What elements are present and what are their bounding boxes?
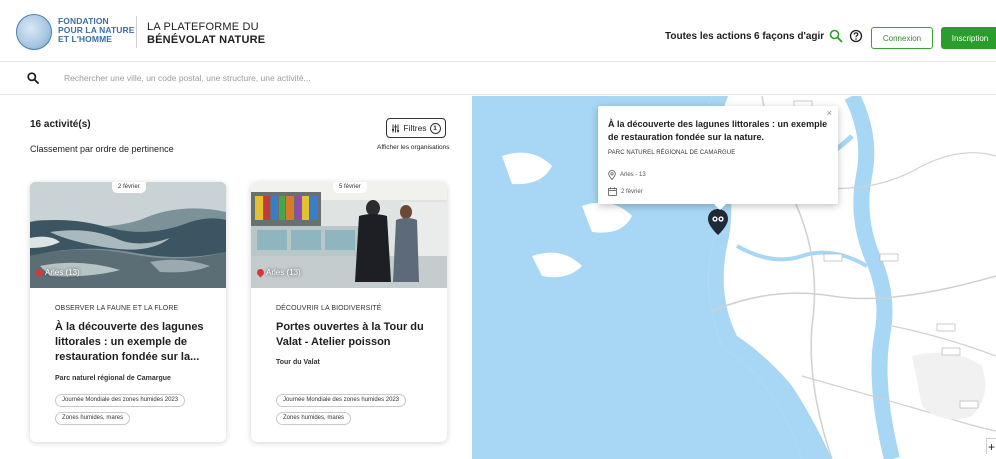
popup-organisation: PARC NATUREL RÉGIONAL DE CAMARGUE: [608, 150, 736, 156]
map-pin-icon: [34, 267, 45, 278]
results-panel: 16 activité(s) Classement par ordre de p…: [0, 96, 472, 459]
nav-ways-to-act[interactable]: 6 façons d'agir: [754, 31, 824, 42]
popup-title[interactable]: À la découverte des lagunes littorales :…: [608, 118, 830, 144]
activity-photo: 2 février Arles (13): [30, 182, 226, 288]
calendar-icon: [608, 187, 617, 196]
activity-organisation: Parc naturel régional de Camargue: [55, 375, 171, 382]
popup-location-text: Arles - 13: [620, 172, 646, 178]
login-button[interactable]: Connexion: [871, 27, 933, 49]
foundation-logo-icon[interactable]: [16, 14, 52, 50]
activity-card[interactable]: 5 février Arles (13) DÉCOUVRIR LA BIODIV…: [251, 182, 447, 442]
activity-location-text: Arles (13): [266, 268, 301, 277]
search-icon[interactable]: [829, 29, 843, 43]
activity-organisation: Tour du Valat: [276, 359, 320, 366]
filter-sliders-icon: [392, 124, 400, 132]
popup-date: 2 février: [608, 187, 643, 196]
logo-line: ET L'HOMME: [58, 34, 113, 44]
popup-pointer: [714, 204, 726, 210]
zoom-in-button[interactable]: +: [986, 438, 996, 454]
activity-card[interactable]: 2 février Arles (13) OBSERVER LA FAUNE E…: [30, 182, 226, 442]
map-pin-icon: [255, 267, 266, 278]
activity-tag: Journée Mondiale des zones humides 2023: [55, 394, 186, 407]
location-pin-icon: [608, 170, 616, 180]
activity-location: Arles (13): [34, 267, 80, 278]
activity-tag: Zones humides, mares: [55, 412, 131, 425]
activity-tag: Journée Mondiale des zones humides 2023: [276, 394, 407, 407]
map-marker-icon[interactable]: [707, 208, 729, 236]
signup-button[interactable]: Inscription: [941, 27, 996, 49]
activity-location: Arles (13): [255, 267, 301, 278]
activity-location-text: Arles (13): [45, 268, 80, 277]
search-icon[interactable]: [27, 72, 39, 84]
results-count: 16 activité(s): [30, 119, 91, 130]
activity-date-badge: 5 février: [333, 182, 367, 193]
activity-photo: 5 février Arles (13): [251, 182, 447, 288]
activity-category: DÉCOUVRIR LA BIODIVERSITÉ: [276, 305, 382, 312]
search-bar: [0, 62, 996, 95]
platform-title[interactable]: LA PLATEFORME DU BÉNÉVOLAT NATURE: [147, 21, 265, 47]
help-icon[interactable]: [849, 29, 863, 43]
filters-count-badge: 1: [429, 122, 441, 134]
map-popup[interactable]: × À la découverte des lagunes littorales…: [598, 106, 838, 210]
filters-button[interactable]: Filtres 1: [386, 118, 446, 138]
site-header: FONDATION POUR LA NATURE ET L'HOMME LA P…: [0, 0, 996, 62]
platform-title-line2: BÉNÉVOLAT NATURE: [147, 34, 266, 46]
activity-title[interactable]: À la découverte des lagunes littorales :…: [55, 320, 207, 365]
nav-all-actions[interactable]: Toutes les actions: [665, 31, 752, 42]
popup-location: Arles - 13: [608, 170, 646, 180]
popup-close-button[interactable]: ×: [827, 108, 832, 118]
platform-title-line1: LA PLATEFORME DU: [147, 21, 259, 33]
logo-divider: [136, 16, 137, 48]
popup-date-text: 2 février: [621, 188, 643, 195]
sort-order: Classement par ordre de pertinence: [30, 144, 174, 154]
search-input[interactable]: [64, 70, 564, 86]
activity-tag: Zones humides, mares: [276, 412, 352, 425]
activity-category: OBSERVER LA FAUNE ET LA FLORE: [55, 305, 179, 312]
show-organisations-link[interactable]: Afficher les organisations: [377, 144, 450, 151]
filters-label: Filtres: [403, 123, 427, 133]
activity-date-badge: 2 février: [112, 182, 146, 193]
foundation-logo-text[interactable]: FONDATION POUR LA NATURE ET L'HOMME: [58, 17, 134, 44]
activity-title[interactable]: Portes ouvertes à la Tour du Valat - Ate…: [276, 320, 428, 350]
